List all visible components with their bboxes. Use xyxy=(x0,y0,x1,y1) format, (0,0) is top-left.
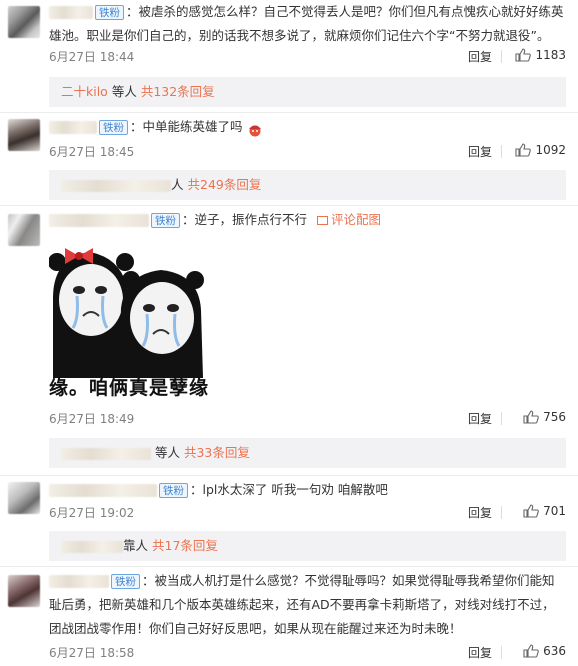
reply-button[interactable]: 回复 xyxy=(468,504,492,521)
reply-etc: 等人 xyxy=(111,84,137,99)
reply-button[interactable]: 回复 xyxy=(468,644,492,661)
comment-date: 6月27日 19:02 xyxy=(49,506,135,520)
comment-text: lpl水太深了 听我一句劝 咱解散吧 xyxy=(202,482,388,497)
meme-caption: 孽缘。咱俩真是孽缘 xyxy=(49,377,210,399)
comment-body: 铁粉 ：中单能练英雄了吗 xyxy=(49,115,566,139)
thumbs-up-icon xyxy=(515,48,532,62)
thumbs-up-icon xyxy=(523,504,539,518)
fan-badge: 铁粉 xyxy=(95,5,124,20)
like-count: 701 xyxy=(543,504,566,518)
username[interactable] xyxy=(49,121,97,134)
reply-button[interactable]: 回复 xyxy=(468,143,492,160)
divider xyxy=(0,566,578,567)
panda-meme-image xyxy=(49,248,204,378)
comment-body: 铁粉 ：逆子，振作点行不行 评论配图 xyxy=(49,208,566,232)
like-button[interactable]: 1092 xyxy=(515,143,566,157)
reply-count[interactable]: 共17条回复 xyxy=(152,538,218,553)
comment-meta: 6月27日 19:02 回复 701 xyxy=(49,504,566,522)
comment-text: 中单能练英雄了吗 xyxy=(142,119,243,134)
thumbs-up-icon xyxy=(523,410,539,424)
like-button[interactable]: 701 xyxy=(523,504,566,518)
comment-body: 铁粉 ：lpl水太深了 听我一句劝 咱解散吧 xyxy=(49,478,566,502)
reply-count[interactable]: 共132条回复 xyxy=(141,84,215,99)
reply-summary[interactable]: 等人 共33条回复 xyxy=(49,438,566,468)
avatar[interactable] xyxy=(8,214,40,246)
divider xyxy=(501,145,502,158)
comment-body: 铁粉 ：被虐杀的感觉怎么样？自己不觉得丢人是吧？你们但凡有点愧疚心就好好练英雄池。… xyxy=(49,4,564,43)
comment-date: 6月27日 18:44 xyxy=(49,50,135,64)
username[interactable] xyxy=(49,575,109,588)
like-button[interactable]: 756 xyxy=(523,410,566,424)
avatar[interactable] xyxy=(8,575,40,607)
reply-names-blurred[interactable] xyxy=(61,447,151,460)
username[interactable] xyxy=(49,214,149,227)
comment-meta: 6月27日 18:58 回复 636 xyxy=(49,644,566,662)
reply-button[interactable]: 回复 xyxy=(468,48,492,65)
comment-date: 6月27日 18:45 xyxy=(49,145,135,159)
comment-body: 铁粉 ：被当成人机打是什么感觉？不觉得耻辱吗？如果觉得耻辱我希望你们能知耻后勇，把… xyxy=(49,573,555,636)
avatar[interactable] xyxy=(8,482,40,514)
comment-meta: 6月27日 18:44 回复 1183 xyxy=(49,48,566,66)
like-button[interactable]: 636 xyxy=(523,644,566,658)
username[interactable] xyxy=(49,484,157,497)
reply-summary[interactable]: 人 共249条回复 xyxy=(49,170,566,200)
like-count: 636 xyxy=(543,644,566,658)
reply-etc: 人 xyxy=(171,177,184,192)
fan-badge: 铁粉 xyxy=(99,120,128,135)
reply-summary[interactable]: 靠人 共17条回复 xyxy=(49,531,566,561)
reply-button[interactable]: 回复 xyxy=(468,410,492,427)
reply-count[interactable]: 共249条回复 xyxy=(188,177,262,192)
reply-names-blurred[interactable] xyxy=(61,179,171,192)
emoji-icon xyxy=(247,121,263,136)
fan-badge: 铁粉 xyxy=(159,483,188,498)
like-count: 1183 xyxy=(535,48,566,62)
like-button[interactable]: 1183 xyxy=(515,48,566,62)
fan-badge: 铁粉 xyxy=(151,213,180,228)
reply-summary[interactable]: 二十kilo 等人 共132条回复 xyxy=(49,77,566,107)
divider xyxy=(0,475,578,476)
divider xyxy=(501,506,502,519)
thumbs-up-icon xyxy=(523,644,539,658)
divider xyxy=(0,112,578,113)
reply-etc: 靠人 xyxy=(123,538,149,553)
comment-date: 6月27日 18:49 xyxy=(49,412,135,426)
comment-date: 6月27日 18:58 xyxy=(49,646,135,660)
comment-image[interactable]: 孽缘。咱俩真是孽缘 xyxy=(49,238,215,404)
reply-count[interactable]: 共33条回复 xyxy=(184,445,250,460)
divider xyxy=(501,50,502,63)
username[interactable] xyxy=(49,6,93,19)
reply-names[interactable]: 二十kilo xyxy=(61,84,108,99)
like-count: 1092 xyxy=(535,143,566,157)
comment-meta: 6月27日 18:49 回复 756 xyxy=(49,410,566,428)
divider xyxy=(501,646,502,659)
divider xyxy=(501,412,502,425)
reply-names-blurred[interactable] xyxy=(61,540,123,553)
divider xyxy=(0,205,578,206)
comment-text: 逆子，振作点行不行 xyxy=(194,212,308,227)
image-icon xyxy=(317,216,329,225)
comment-meta: 6月27日 18:45 回复 1092 xyxy=(49,143,566,161)
thumbs-up-icon xyxy=(515,143,532,157)
avatar[interactable] xyxy=(8,6,40,38)
avatar[interactable] xyxy=(8,119,40,151)
like-count: 756 xyxy=(543,410,566,424)
image-link[interactable]: 评论配图 xyxy=(317,212,381,227)
reply-etc: 等人 xyxy=(154,445,180,460)
fan-badge: 铁粉 xyxy=(111,574,140,589)
